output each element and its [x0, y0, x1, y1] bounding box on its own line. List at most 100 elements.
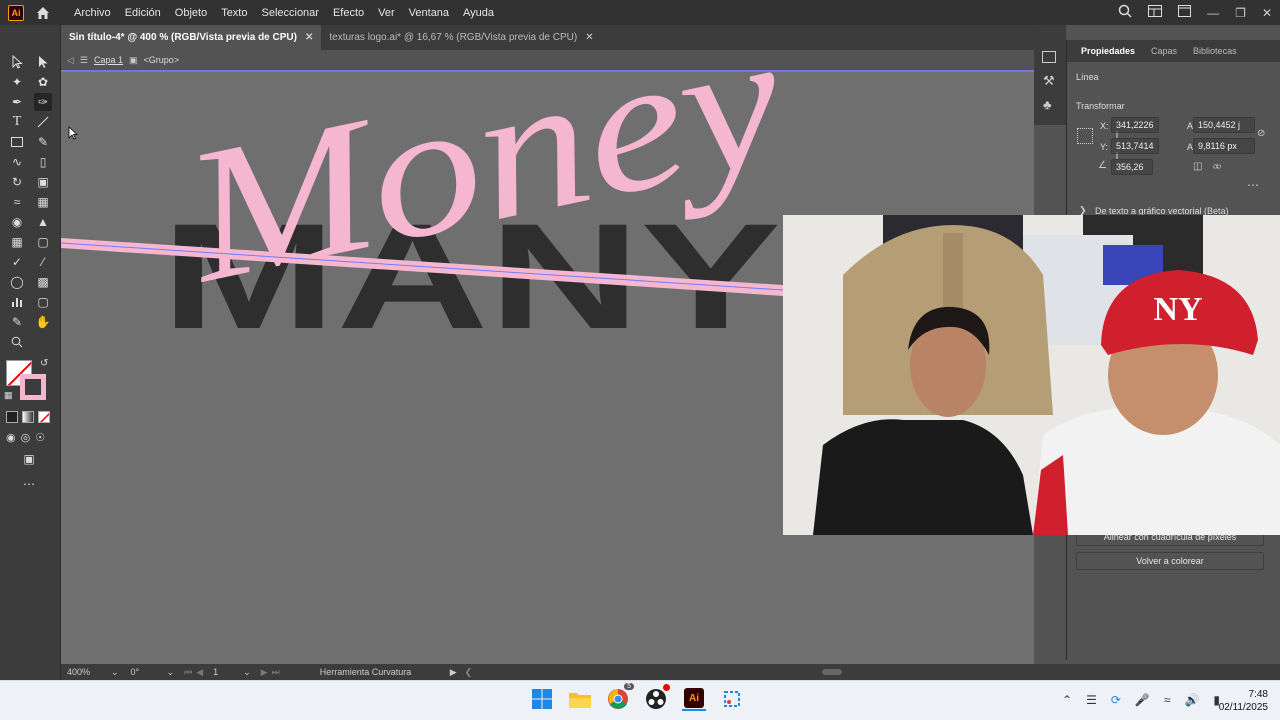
zoom-dropdown-icon[interactable]: ⌄	[111, 667, 119, 678]
tab-bibliotecas[interactable]: Bibliotecas	[1185, 46, 1245, 56]
tray-sync-icon[interactable]: ⟳	[1111, 693, 1121, 707]
eraser-tool-icon[interactable]: ▯	[34, 153, 52, 171]
status-play-icon[interactable]: ▶	[450, 667, 457, 678]
microphone-icon[interactable]: 🎤	[1135, 693, 1150, 707]
recolor-button[interactable]: Volver a colorear	[1076, 552, 1264, 570]
free-transform-tool-icon[interactable]: ▦	[34, 193, 52, 211]
magic-wand-tool-icon[interactable]: ✦	[8, 73, 26, 91]
fill-stroke-swatch[interactable]: ↺ ▦	[4, 358, 50, 402]
volume-icon[interactable]: 🔊	[1184, 693, 1199, 707]
paintbrush-tool-icon[interactable]: ✎	[34, 133, 52, 151]
more-options-icon[interactable]: ⋯	[1247, 178, 1259, 192]
draw-inside-icon[interactable]: ☉	[35, 431, 45, 444]
reference-point-icon[interactable]	[1077, 128, 1093, 144]
menu-objeto[interactable]: Objeto	[168, 7, 214, 19]
type-tool-icon[interactable]: T	[8, 113, 26, 131]
chrome-icon[interactable]: 5	[606, 683, 634, 711]
blend-tool-icon[interactable]: ◯	[8, 273, 26, 291]
prev-artboard-icon[interactable]: ◀	[196, 667, 203, 678]
menu-archivo[interactable]: Archivo	[67, 7, 118, 19]
line-tool-icon[interactable]	[34, 113, 52, 131]
eyedropper-tool-icon[interactable]: ✓	[8, 253, 26, 271]
wifi-icon[interactable]: ≈	[1164, 693, 1171, 707]
illustrator-taskbar-icon[interactable]: Ai	[682, 687, 706, 711]
shape-builder-tool-icon[interactable]: ◉	[8, 213, 26, 231]
screen-mode-icon[interactable]: ▣	[20, 450, 38, 468]
back-arrow-icon[interactable]: ◁	[67, 55, 74, 66]
file-explorer-icon[interactable]	[568, 687, 592, 711]
zoom-level[interactable]: 400%	[67, 667, 103, 677]
default-colors-icon[interactable]: ▦	[4, 390, 13, 401]
constrain-proportions-icon[interactable]: ⊘	[1257, 128, 1265, 139]
y-field[interactable]: 513,7414 j	[1111, 138, 1159, 161]
edit-toolbar-icon[interactable]: ⋯	[20, 475, 38, 493]
gradient-tool-icon[interactable]: ▢	[34, 233, 52, 251]
close-tab-icon[interactable]: ✕	[585, 32, 593, 43]
panel-icon-puppet[interactable]: ⚒	[1043, 73, 1055, 89]
last-artboard-icon[interactable]: ⏭	[272, 667, 280, 678]
flip-vertical-icon[interactable]: ⧞	[1213, 161, 1221, 172]
lasso-tool-icon[interactable]: ✿	[34, 73, 52, 91]
menu-seleccionar[interactable]: Seleccionar	[254, 7, 325, 19]
rotate-tool-icon[interactable]: ↻	[8, 173, 26, 191]
stroke-swatch[interactable]	[20, 374, 46, 400]
artboard-number[interactable]: 1	[213, 667, 243, 677]
direct-selection-tool-icon[interactable]	[34, 53, 52, 71]
panel-icon-layers[interactable]	[1042, 51, 1056, 63]
rotation-value[interactable]: 0°	[131, 667, 167, 677]
rectangle-tool-icon[interactable]	[8, 133, 26, 151]
breadcrumb-group[interactable]: <Grupo>	[144, 55, 180, 65]
breadcrumb-layer[interactable]: Capa 1	[94, 55, 123, 65]
artboard-tool-icon[interactable]: ▢	[34, 293, 52, 311]
hand-tool-icon[interactable]: ✋	[34, 313, 52, 331]
swap-fill-stroke-icon[interactable]: ↺	[40, 358, 48, 369]
tray-notes-icon[interactable]: ☰	[1086, 693, 1097, 707]
tab-capas[interactable]: Capas	[1143, 46, 1185, 56]
x-field[interactable]: 341,2226 j	[1111, 117, 1159, 140]
width-field[interactable]: 150,4452 j	[1193, 117, 1255, 133]
none-mode-icon[interactable]	[38, 411, 50, 423]
flip-horizontal-icon[interactable]: ◫	[1193, 161, 1202, 172]
zoom-tool-icon[interactable]	[8, 333, 26, 351]
rotation-dropdown-icon[interactable]: ⌄	[167, 667, 175, 678]
selection-tool-icon[interactable]	[8, 53, 26, 71]
obs-icon[interactable]	[644, 684, 670, 711]
pen-tool-icon[interactable]: ✒	[8, 93, 26, 111]
close-icon[interactable]: ✕	[1262, 6, 1272, 20]
search-icon[interactable]	[1118, 4, 1132, 21]
close-tab-icon[interactable]: ✕	[305, 32, 313, 43]
height-field[interactable]: 9,8116 px	[1193, 138, 1255, 154]
graph-tool-icon[interactable]	[8, 293, 26, 311]
tray-chevron-icon[interactable]: ⌃	[1062, 693, 1072, 707]
mesh-tool-icon[interactable]: ▦	[8, 233, 26, 251]
status-back-icon[interactable]: ❮	[465, 667, 473, 678]
menu-efecto[interactable]: Efecto	[326, 7, 371, 19]
arrange-documents-icon[interactable]	[1148, 5, 1163, 20]
menu-ayuda[interactable]: Ayuda	[456, 7, 501, 19]
menu-ver[interactable]: Ver	[371, 7, 402, 19]
warp-tool-icon[interactable]: ≈	[8, 193, 26, 211]
workspace-icon[interactable]	[1178, 5, 1192, 20]
slice-tool-icon[interactable]: ✎	[8, 313, 26, 331]
scale-tool-icon[interactable]: ▣	[34, 173, 52, 191]
maximize-icon[interactable]: ❐	[1235, 6, 1246, 20]
gradient-mode-icon[interactable]	[22, 411, 34, 423]
shaper-tool-icon[interactable]: ∿	[8, 153, 26, 171]
symbol-sprayer-tool-icon[interactable]: ▩	[34, 273, 52, 291]
angle-field[interactable]: 356,26	[1111, 159, 1153, 175]
menu-edicion[interactable]: Edición	[118, 7, 168, 19]
measure-tool-icon[interactable]: ⁄	[34, 253, 52, 271]
tab-sin-titulo-4[interactable]: Sin título-4* @ 400 % (RGB/Vista previa …	[61, 25, 322, 50]
minimize-icon[interactable]: —	[1207, 6, 1219, 20]
tab-propiedades[interactable]: Propiedades	[1073, 46, 1143, 56]
perspective-grid-tool-icon[interactable]: ▲	[34, 213, 52, 231]
artboard-dropdown-icon[interactable]: ⌄	[243, 667, 251, 678]
curvature-tool-icon[interactable]: ✑	[34, 93, 52, 111]
menu-ventana[interactable]: Ventana	[402, 7, 456, 19]
menu-texto[interactable]: Texto	[214, 7, 254, 19]
first-artboard-icon[interactable]: ⏮	[184, 667, 192, 678]
tab-texturas-logo[interactable]: texturas logo.ai* @ 16,67 % (RGB/Vista p…	[321, 25, 601, 50]
draw-behind-icon[interactable]: ◎	[21, 431, 31, 444]
color-mode-icon[interactable]	[6, 411, 18, 423]
draw-normal-icon[interactable]: ◉	[6, 431, 16, 444]
